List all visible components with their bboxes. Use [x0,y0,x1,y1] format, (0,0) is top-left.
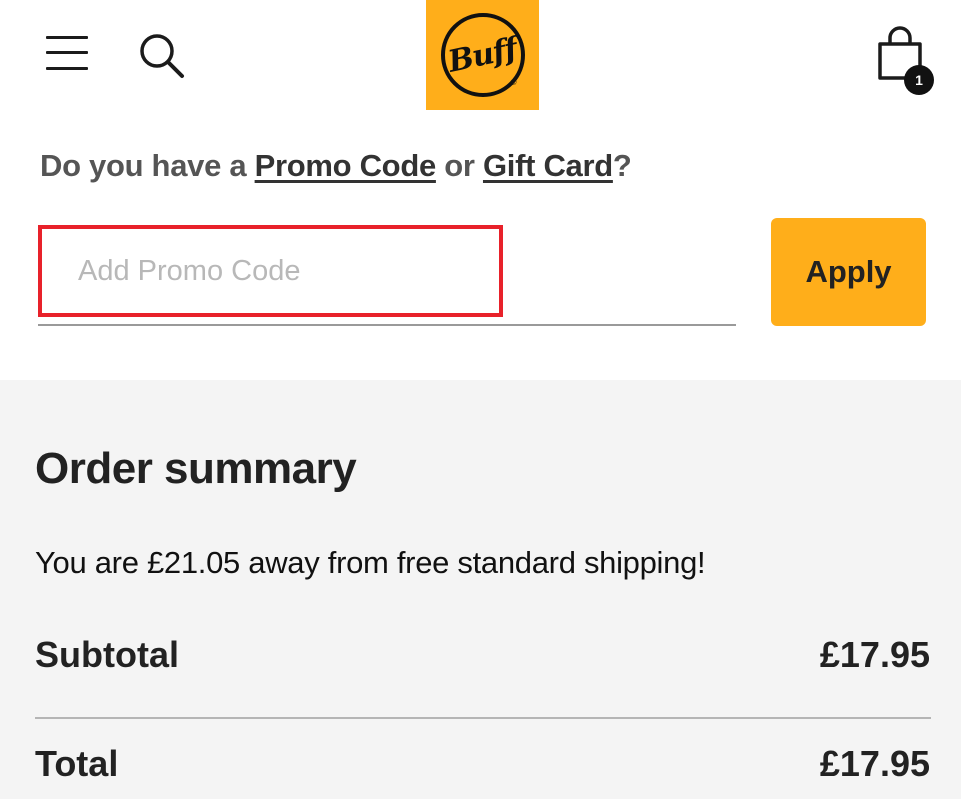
site-header: Buff ® 1 [0,0,961,112]
summary-divider [35,717,931,719]
buff-logo[interactable]: Buff ® [426,0,539,110]
order-summary: Order summary You are £21.05 away from f… [0,380,961,799]
promo-input-underline [38,324,736,326]
promo-code-link[interactable]: Promo Code [255,148,437,183]
cart-page: Buff ® 1 Do you have a Promo Code or Gif… [0,0,961,799]
apply-button[interactable]: Apply [771,218,926,326]
promo-question: Do you have a Promo Code or Gift Card? [40,148,632,184]
promo-question-connector: or [444,148,475,183]
order-summary-title: Order summary [35,444,357,493]
search-icon[interactable] [136,30,186,80]
shopping-bag-icon[interactable]: 1 [876,26,938,96]
hamburger-menu-icon[interactable] [44,31,90,75]
cart-count-badge: 1 [904,65,934,95]
total-label: Total [35,743,119,784]
logo-registered-mark: ® [510,78,517,87]
subtotal-value: £17.95 [819,634,930,675]
promo-code-input[interactable] [38,225,503,317]
logo-emblem: Buff ® [440,13,525,97]
promo-question-prefix: Do you have a [40,148,247,183]
free-shipping-message: You are £21.05 away from free standard s… [35,545,706,580]
gift-card-link[interactable]: Gift Card [483,148,613,183]
promo-question-suffix: ? [612,148,632,183]
subtotal-label: Subtotal [35,634,179,675]
total-value: £17.95 [819,743,930,784]
logo-wordmark: Buff [445,30,520,80]
